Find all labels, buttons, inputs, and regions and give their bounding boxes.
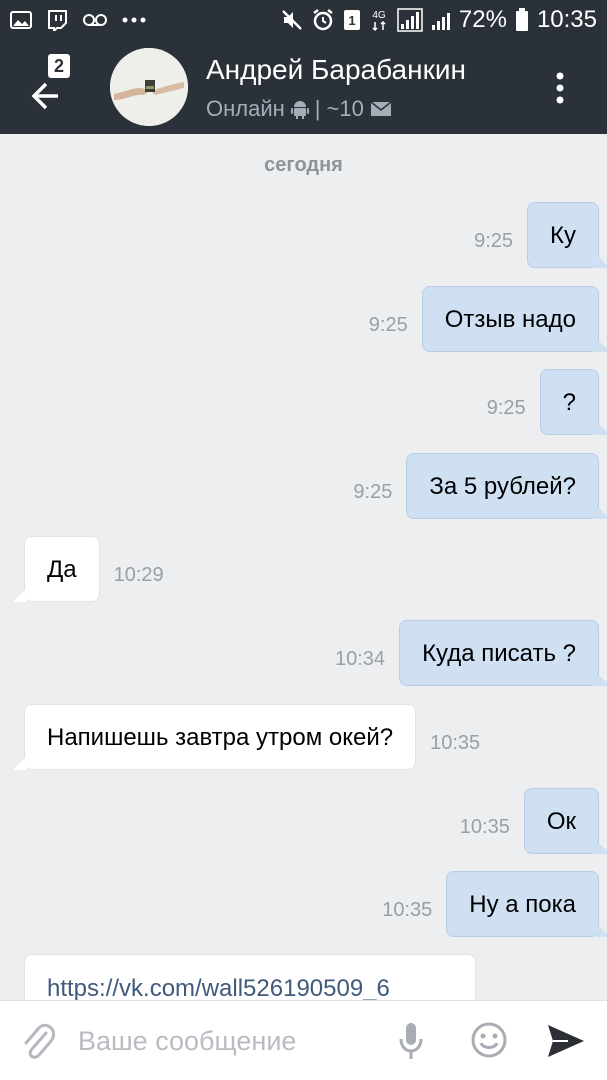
message-outgoing[interactable]: 9:25 Ку (474, 202, 607, 268)
avatar-image (110, 48, 188, 126)
more-vert-icon (556, 72, 564, 104)
voice-message-button[interactable] (396, 1021, 426, 1063)
message-text: ? (562, 389, 576, 416)
send-icon (548, 1025, 584, 1057)
twitch-icon (46, 9, 68, 31)
signal-icon (397, 8, 423, 32)
svg-text:4G: 4G (372, 10, 386, 21)
message-outgoing[interactable]: 10:35 Ок (459, 788, 607, 854)
battery-percent: 72% (458, 6, 507, 33)
unread-messages-count: ~10 (326, 96, 364, 121)
gallery-icon (10, 11, 32, 29)
message-text: За 5 рублей? (429, 473, 576, 500)
message-time: 10:35 (459, 815, 510, 838)
contact-name[interactable]: Андрей Барабанкин (206, 54, 466, 86)
status-right: 1 4G 72% 10:35 (281, 0, 597, 40)
message-text: Ку (550, 222, 576, 249)
status-left (10, 9, 146, 31)
message-outgoing[interactable]: 9:25 ? (486, 369, 607, 435)
bubble-tail (596, 505, 607, 519)
message-time: 10:34 (335, 647, 386, 670)
message-time: 9:25 (368, 313, 408, 336)
message-bubble[interactable]: Ну а пока (446, 871, 607, 937)
screen: 1 4G 72% 10:35 2 Андрей Барабанкин Онлай… (0, 0, 607, 1080)
message-incoming-link[interactable]: https://vk.com/wall526190509_6 (24, 954, 476, 1000)
chat-header: 2 Андрей Барабанкин Онлайн | ~10 (0, 40, 607, 134)
message-text: Ну а пока (469, 891, 576, 918)
emoji-icon (471, 1022, 507, 1058)
attach-button[interactable] (20, 1021, 56, 1061)
bubble-tail (13, 588, 27, 602)
message-outgoing[interactable]: 9:25 За 5 рублей? (353, 453, 607, 519)
attach-icon (24, 1023, 55, 1059)
mic-icon (399, 1023, 423, 1059)
back-button[interactable]: 2 (22, 50, 82, 120)
message-time: 10:35 (382, 898, 433, 921)
message-bubble[interactable]: Куда писать ? (399, 620, 607, 686)
message-input[interactable] (78, 1019, 378, 1063)
message-time: 9:25 (474, 229, 514, 252)
message-time: 9:25 (486, 396, 526, 419)
bubble-tail (596, 923, 607, 937)
message-bubble[interactable]: ? (539, 369, 607, 435)
message-outgoing[interactable]: 9:25 Отзыв надо (368, 286, 607, 352)
message-outgoing[interactable]: 10:35 Ну а пока (382, 871, 607, 937)
avatar[interactable] (110, 48, 188, 126)
message-incoming[interactable]: Напишешь завтра утром окей? 10:35 (13, 704, 481, 770)
message-list[interactable]: сегодня 9:25 Ку 9:25 Отзыв надо 9:25 ? 9… (0, 134, 607, 1000)
bubble-tail (596, 421, 607, 435)
message-text: Куда писать ? (422, 640, 576, 667)
emoji-button[interactable] (470, 1021, 508, 1059)
clock: 10:35 (536, 6, 597, 33)
message-bubble[interactable]: Ок (523, 788, 607, 854)
svg-text:1: 1 (348, 13, 355, 28)
send-button[interactable] (546, 1023, 586, 1059)
contact-status: Онлайн | ~10 (206, 96, 392, 122)
alarm-icon (311, 8, 335, 32)
status-bar: 1 4G 72% 10:35 (0, 0, 607, 40)
message-text: Ок (546, 808, 576, 835)
bubble-tail (596, 338, 607, 352)
online-status: Онлайн (206, 96, 285, 121)
message-bubble[interactable]: Да (13, 536, 100, 602)
message-link[interactable]: https://vk.com/wall526190509_6 (47, 975, 390, 1000)
voicemail-icon (82, 11, 108, 29)
status-separator: | (314, 96, 321, 121)
more-notifications-icon (122, 17, 146, 23)
message-bubble[interactable]: Отзыв надо (421, 286, 607, 352)
unread-count-badge: 2 (48, 54, 70, 78)
message-time: 9:25 (353, 480, 393, 503)
message-bubble[interactable]: Напишешь завтра утром окей? (13, 704, 417, 770)
sim-icon: 1 (343, 9, 361, 31)
android-icon (290, 101, 309, 119)
message-time: 10:35 (430, 731, 481, 754)
network-4g-icon: 4G (369, 8, 389, 32)
message-incoming[interactable]: Да 10:29 (13, 536, 164, 602)
mute-icon (281, 9, 303, 31)
message-text: Напишешь завтра утром окей? (47, 724, 394, 751)
signal-2-icon (431, 9, 451, 31)
bubble-tail (596, 672, 607, 686)
message-input-bar (0, 1000, 607, 1080)
message-bubble[interactable]: За 5 рублей? (406, 453, 607, 519)
bubble-tail (13, 756, 27, 770)
message-text: Отзыв надо (444, 306, 576, 333)
message-outgoing[interactable]: 10:34 Куда писать ? (335, 620, 607, 686)
bubble-tail (596, 840, 607, 854)
bubble-tail (596, 254, 607, 268)
message-time: 10:29 (113, 563, 164, 586)
message-bubble[interactable]: Ку (527, 202, 607, 268)
more-options-button[interactable] (548, 68, 572, 108)
battery-icon (515, 8, 529, 32)
message-text: Да (47, 556, 77, 583)
day-separator: сегодня (264, 154, 343, 176)
mail-icon (370, 101, 392, 116)
